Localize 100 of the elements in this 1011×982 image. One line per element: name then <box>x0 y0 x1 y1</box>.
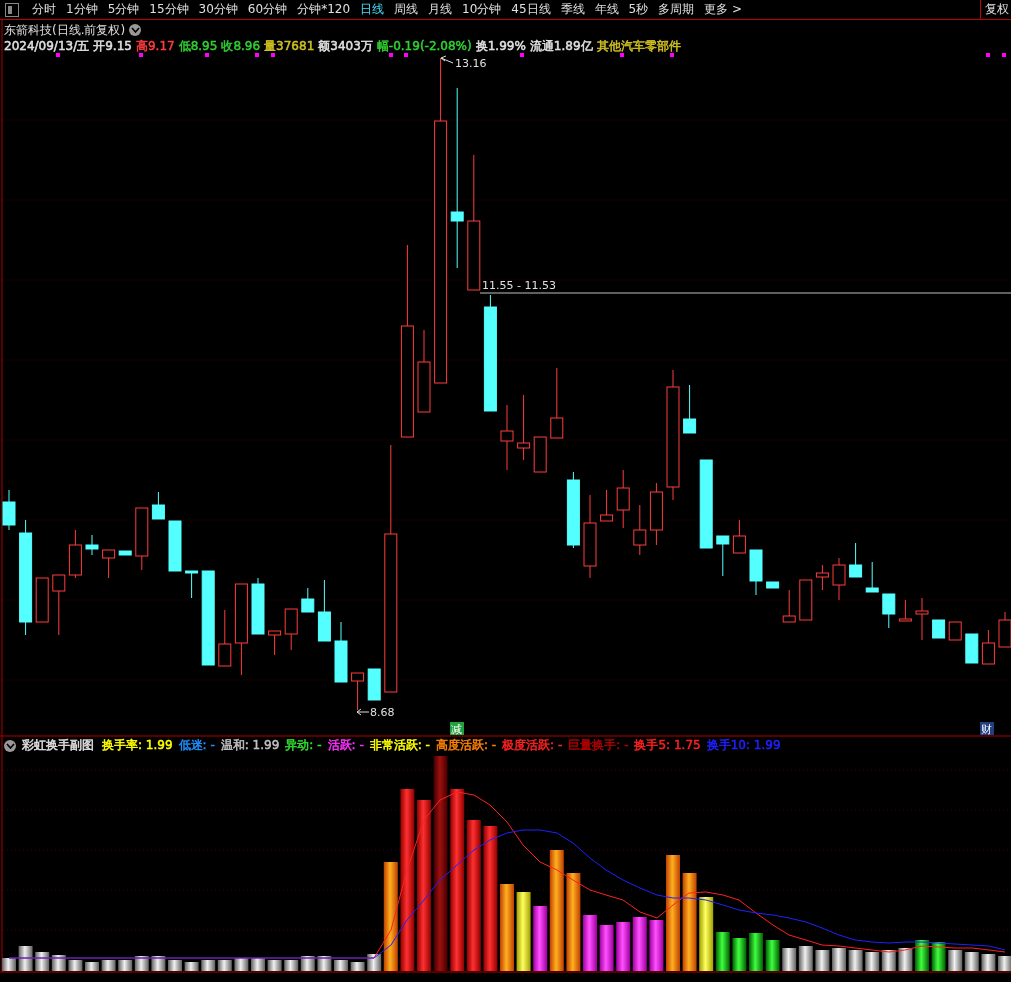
period-tab[interactable]: 多周期 <box>653 1 700 18</box>
period-tab[interactable]: 5秒 <box>623 1 654 18</box>
period-tab[interactable]: 15分钟 <box>144 1 194 18</box>
period-tab[interactable]: 周线 <box>389 1 424 18</box>
indicator-value: 换手5: 1.75 <box>634 737 701 754</box>
turnover-bar <box>217 960 232 971</box>
turnover-bar <box>85 962 99 971</box>
low-price-label: 8.68 <box>356 706 395 719</box>
candlestick <box>882 593 896 629</box>
candlestick <box>218 609 232 667</box>
period-tab[interactable]: 分钟*120 <box>292 1 356 18</box>
candlestick <box>815 564 829 591</box>
indicator-title: 彩虹换手副图 <box>22 737 94 754</box>
period-tab[interactable]: 60分钟 <box>242 1 293 18</box>
candlestick <box>649 482 663 546</box>
indicator-value: 异动: - <box>285 737 322 754</box>
candlestick <box>832 557 846 601</box>
candlestick <box>865 561 879 593</box>
turnover-bar <box>334 960 348 971</box>
candlestick <box>716 535 730 577</box>
turnover-bar <box>68 960 83 971</box>
turnover-bar <box>931 942 946 971</box>
candlestick <box>85 534 99 556</box>
turnover-bar <box>632 917 647 971</box>
turnover-bar <box>798 946 813 971</box>
candlestick <box>102 549 116 579</box>
period-tab[interactable]: 年线 <box>589 1 624 18</box>
indicator-value: 活跃: - <box>327 737 364 754</box>
turnover-bar <box>998 956 1011 971</box>
candlestick <box>799 579 813 621</box>
turnover-bar <box>732 938 747 971</box>
candlestick <box>151 491 165 520</box>
indicator-value: 极度活跃: - <box>502 737 563 754</box>
turnover-bar <box>832 948 846 971</box>
candlestick <box>981 629 995 665</box>
period-tab[interactable]: 分时 <box>27 1 61 18</box>
candlestick <box>600 489 614 522</box>
candlestick <box>251 577 265 635</box>
dropdown-icon[interactable] <box>129 24 142 36</box>
event-marker[interactable]: 财 <box>980 722 994 736</box>
candlestick <box>317 579 331 642</box>
candlestick <box>550 367 564 439</box>
indicator-value: 换手10: 1.99 <box>706 737 781 754</box>
period-tab[interactable]: 1分钟 <box>61 1 103 18</box>
quote-value: 高9.17 <box>135 37 175 55</box>
turnover-bar <box>267 960 282 971</box>
stock-title: 东箭科技(日线.前复权) <box>4 21 126 39</box>
period-tab[interactable]: 45日线 <box>506 1 556 18</box>
quote-value: 2024/09/13/五 <box>4 37 90 55</box>
candlestick <box>517 394 531 461</box>
candlestick <box>185 570 199 599</box>
period-tab[interactable]: 月线 <box>423 1 458 18</box>
candlestick <box>2 489 16 531</box>
candlestick <box>915 597 929 641</box>
candlestick <box>849 542 863 578</box>
turnover-bar <box>749 933 763 971</box>
quote-value: 幅-0.19(-2.08%) <box>376 37 472 55</box>
period-tab[interactable]: 更多 > <box>699 1 748 18</box>
period-tab[interactable]: 10分钟 <box>457 1 507 18</box>
dropdown-icon[interactable] <box>4 739 16 752</box>
turnover-bar <box>898 948 913 971</box>
turnover-bar <box>782 948 797 971</box>
candlestick <box>68 529 82 579</box>
candlestick <box>898 599 912 622</box>
turnover-bar <box>350 962 365 971</box>
panel-toggle-icon[interactable] <box>5 2 19 17</box>
turnover-bar <box>964 952 979 971</box>
candlestick <box>268 630 282 656</box>
period-tab[interactable]: 30分钟 <box>193 1 243 18</box>
candlestick <box>367 668 381 701</box>
price-range-label: 11.55 - 11.53 <box>482 279 556 292</box>
candlestick <box>616 469 630 529</box>
turnover-bar <box>201 960 216 971</box>
candlestick <box>932 619 946 639</box>
turnover-bar <box>981 954 996 971</box>
turnover-bar <box>765 940 780 971</box>
indicator-value: 巨量换手: - <box>568 737 629 754</box>
adjust-button[interactable]: 复权 <box>980 0 1011 19</box>
turnover-bar <box>815 950 830 971</box>
period-tab[interactable]: 5分钟 <box>102 1 145 18</box>
quote-value: 换1.99% <box>475 37 526 55</box>
candlestick <box>766 581 780 589</box>
candlestick <box>35 577 49 623</box>
candlestick <box>334 621 348 683</box>
candlestick <box>135 507 149 571</box>
period-tab[interactable]: 日线 <box>355 1 390 18</box>
period-tab[interactable]: 季线 <box>555 1 590 18</box>
quote-value: 其他汽车零部件 <box>596 37 681 55</box>
indicator-value: 低迷: - <box>178 737 215 754</box>
high-price-label: 13.16 <box>440 55 487 70</box>
candlestick <box>749 549 763 596</box>
turnover-bar <box>599 925 614 971</box>
quote-value: 额3403万 <box>318 37 373 55</box>
turnover-bar <box>118 960 133 971</box>
turnover-bar <box>948 950 963 971</box>
turnover-bar <box>168 960 182 971</box>
turnover-bar <box>848 950 863 971</box>
turnover-bar <box>18 946 33 971</box>
candlestick <box>284 608 298 651</box>
turnover-bar <box>881 950 896 971</box>
